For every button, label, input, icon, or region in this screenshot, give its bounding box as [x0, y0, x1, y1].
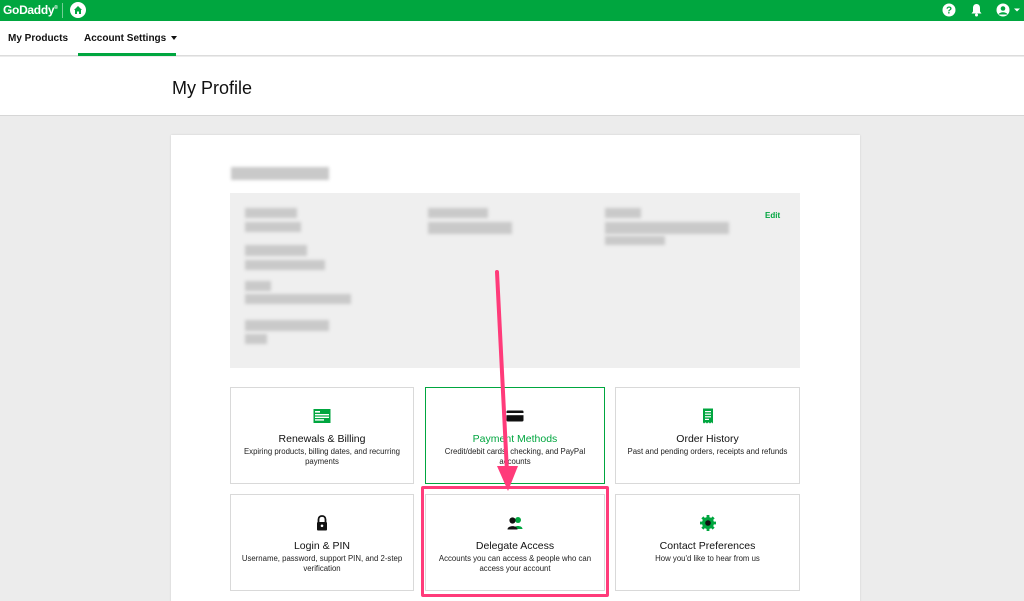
divider — [62, 3, 63, 18]
gear-icon — [699, 515, 717, 531]
caret-down-icon — [171, 36, 178, 40]
credit-card-icon — [506, 408, 524, 424]
tile-description: How you'd like to hear from us — [655, 554, 760, 563]
redacted-field — [245, 281, 271, 291]
home-icon[interactable] — [70, 2, 86, 18]
sub-nav: My Products Account Settings — [0, 21, 1024, 56]
nav-my-products[interactable]: My Products — [8, 33, 68, 44]
lock-icon — [313, 515, 331, 531]
redacted-field — [245, 320, 329, 331]
svg-text:?: ? — [946, 6, 952, 17]
chevron-down-icon — [1014, 8, 1020, 12]
godaddy-logo[interactable]: GoDaddy® — [3, 3, 58, 17]
tile-title: Login & PIN — [293, 540, 351, 552]
tile-renewals-billing[interactable]: Renewals & Billing Expiring products, bi… — [230, 387, 414, 484]
redacted-field — [605, 222, 729, 234]
user-menu[interactable] — [996, 2, 1024, 18]
top-bar: GoDaddy® ? — [0, 0, 1024, 21]
tile-title: Order History — [676, 433, 739, 445]
annotation-highlight-box — [421, 486, 609, 597]
edit-link[interactable]: Edit — [765, 211, 780, 220]
nav-account-settings[interactable]: Account Settings — [84, 33, 178, 44]
redacted-field — [605, 208, 641, 218]
page-title: My Profile — [172, 78, 253, 98]
page-header: My Profile — [0, 57, 1024, 116]
tile-contact-preferences[interactable]: Contact Preferences How you'd like to he… — [615, 494, 800, 591]
tile-title: Contact Preferences — [659, 540, 756, 552]
tile-login-pin[interactable]: Login & PIN Username, password, support … — [230, 494, 414, 591]
redacted-field — [245, 294, 351, 304]
question-icon[interactable]: ? — [941, 2, 957, 18]
nav-account-settings-label: Account Settings — [84, 33, 167, 44]
tile-description: Past and pending orders, receipts and re… — [627, 447, 788, 456]
redacted-field — [245, 222, 301, 232]
receipt-icon — [699, 408, 717, 424]
redacted-field — [245, 260, 325, 270]
tile-description: Credit/debit cards, checking, and PayPal… — [444, 447, 586, 466]
tile-order-history[interactable]: Order History Past and pending orders, r… — [615, 387, 800, 484]
redacted-field — [428, 208, 488, 218]
logo-text: GoDaddy — [3, 3, 55, 17]
user-icon — [996, 3, 1010, 17]
logo-trademark: ® — [54, 5, 58, 11]
redacted-field — [605, 236, 665, 245]
active-nav-indicator — [78, 53, 176, 56]
tile-payment-methods[interactable]: Payment Methods Credit/debit cards, chec… — [425, 387, 605, 484]
tile-description: Username, password, support PIN, and 2-s… — [241, 554, 403, 573]
redacted-field — [428, 222, 512, 234]
redacted-field — [245, 208, 297, 218]
bell-icon[interactable] — [968, 2, 984, 18]
redacted-field — [245, 245, 307, 256]
tile-description: Expiring products, billing dates, and re… — [243, 447, 401, 466]
profile-info-panel — [230, 193, 800, 368]
redacted-field — [245, 334, 267, 344]
tile-title: Renewals & Billing — [278, 433, 366, 445]
billing-icon — [313, 408, 331, 424]
redacted-name — [231, 167, 329, 180]
tile-title: Payment Methods — [472, 433, 558, 445]
